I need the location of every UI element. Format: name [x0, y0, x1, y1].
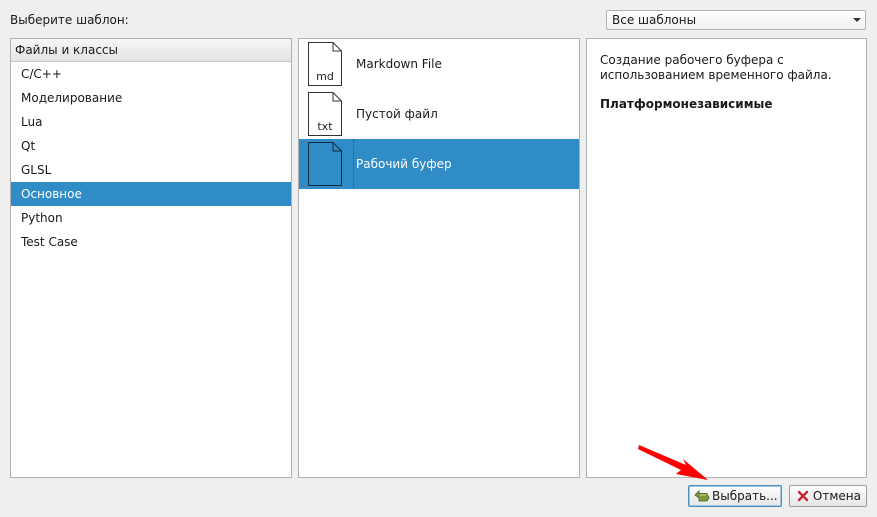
file-icon: txt	[307, 91, 343, 137]
category-item[interactable]: Моделирование	[11, 86, 291, 110]
category-item[interactable]: Lua	[11, 110, 291, 134]
template-description-panel: Создание рабочего буфера с использование…	[586, 38, 867, 478]
ok-icon	[694, 488, 710, 504]
template-item-label: Пустой файл	[356, 107, 438, 121]
category-item[interactable]: Qt	[11, 134, 291, 158]
choose-button-label: Выбрать...	[712, 489, 778, 503]
template-item[interactable]: txt Пустой файл	[299, 89, 579, 139]
category-list-header: Файлы и классы	[11, 39, 291, 62]
focus-separator	[353, 139, 354, 189]
template-item-label: Рабочий буфер	[356, 157, 452, 171]
file-extension-label: md	[316, 70, 334, 83]
file-extension-label: txt	[317, 120, 333, 133]
red-arrow-annotation-icon	[638, 445, 708, 480]
template-filter-value: Все шаблоны	[612, 13, 697, 27]
chevron-down-icon[interactable]	[849, 11, 865, 29]
category-item[interactable]: GLSL	[11, 158, 291, 182]
choose-button[interactable]: Выбрать...	[688, 485, 782, 507]
template-item[interactable]: md Markdown File	[299, 39, 579, 89]
category-list[interactable]: Файлы и классы C/C++ Моделирование Lua Qt GL…	[10, 38, 292, 478]
template-item[interactable]: Рабочий буфер	[299, 139, 579, 189]
file-icon: md	[307, 41, 343, 87]
category-item[interactable]: Python	[11, 206, 291, 230]
category-item[interactable]: Test Case	[11, 230, 291, 254]
template-platform-label: Платформонезависимые	[600, 97, 773, 111]
template-list[interactable]: md Markdown File txt Пустой файл Рабочий буф…	[298, 38, 580, 478]
template-filter-combobox[interactable]: Все шаблоны	[606, 10, 866, 30]
template-item-label: Markdown File	[356, 57, 442, 71]
file-icon	[307, 141, 343, 187]
template-description-text: Создание рабочего буфера с использование…	[600, 53, 832, 82]
template-prompt-label: Выберите шаблон:	[10, 13, 129, 27]
cancel-x-icon	[795, 488, 811, 504]
category-item[interactable]: Основное	[11, 182, 291, 206]
cancel-button[interactable]: Отмена	[789, 485, 867, 507]
cancel-button-label: Отмена	[812, 489, 861, 503]
category-item[interactable]: C/C++	[11, 62, 291, 86]
